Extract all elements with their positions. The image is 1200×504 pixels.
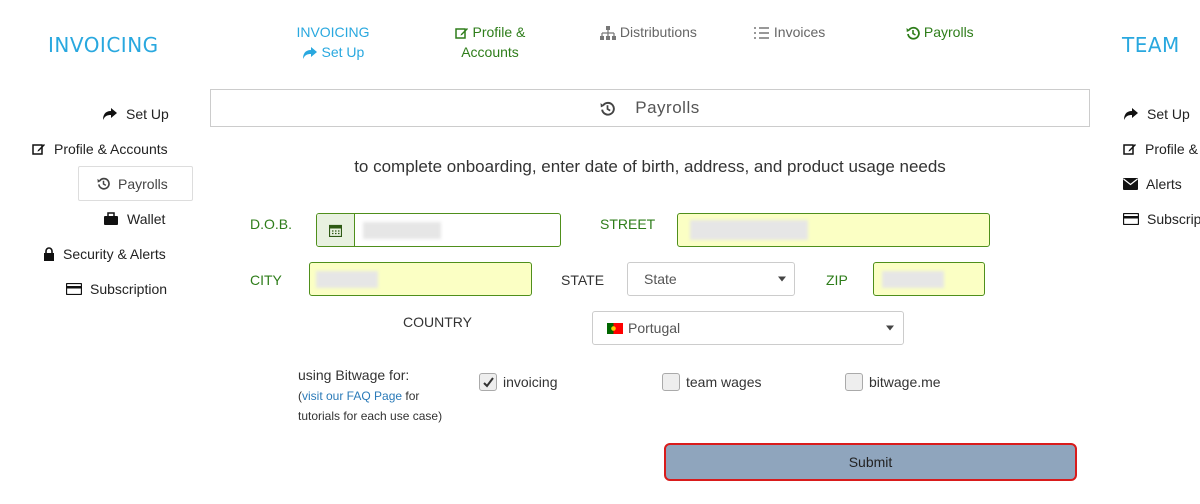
nav-profile-line1: Profile & bbox=[472, 24, 526, 40]
page-title: Payrolls bbox=[635, 98, 700, 117]
dob-label: D.O.B. bbox=[250, 216, 293, 232]
option-bitwage-me[interactable]: bitwage.me bbox=[845, 373, 941, 391]
checkmark-icon bbox=[482, 376, 494, 388]
sidebar-item-setup[interactable]: Set Up bbox=[102, 106, 169, 122]
usage-note-line2: tutorials for each use case) bbox=[298, 409, 443, 423]
sidebar-item-security[interactable]: Security & Alerts bbox=[43, 246, 166, 262]
nav-payrolls-label: Payrolls bbox=[923, 24, 974, 40]
share-arrow-icon bbox=[103, 108, 117, 120]
option-team-wages[interactable]: team wages bbox=[662, 373, 761, 391]
team-wages-checkbox[interactable] bbox=[662, 373, 680, 391]
state-label: STATE bbox=[561, 272, 605, 288]
right-item-label: Set Up bbox=[1147, 106, 1190, 122]
sitemap-icon bbox=[600, 26, 616, 41]
usage-label: using Bitwage for: bbox=[298, 367, 410, 383]
history-icon bbox=[906, 27, 920, 40]
sidebar-item-profile[interactable]: Profile & Accounts bbox=[32, 141, 168, 157]
option-label: bitwage.me bbox=[869, 374, 941, 390]
right-item-label: Profile & bbox=[1145, 141, 1198, 157]
zip-label: ZIP bbox=[826, 272, 848, 288]
nav-invoices[interactable]: Invoices bbox=[754, 22, 825, 42]
sidebar-item-label: Security & Alerts bbox=[63, 246, 166, 262]
dob-redacted-value bbox=[363, 222, 441, 239]
zip-redacted-value bbox=[882, 271, 944, 288]
chevron-down-icon bbox=[886, 325, 894, 331]
sidebar-item-label: Wallet bbox=[127, 211, 166, 227]
nav-distributions[interactable]: Distributions bbox=[600, 22, 697, 42]
zip-field[interactable] bbox=[873, 262, 985, 296]
city-redacted-value bbox=[316, 271, 378, 288]
sidebar-item-label: Set Up bbox=[126, 106, 169, 122]
list-icon bbox=[754, 27, 769, 40]
nav-profile-line2: Accounts bbox=[461, 44, 519, 60]
street-label: STREET bbox=[600, 216, 656, 232]
right-item-profile[interactable]: Profile & bbox=[1123, 141, 1198, 157]
edit-icon bbox=[1123, 144, 1136, 155]
city-label: CITY bbox=[250, 272, 282, 288]
calendar-icon bbox=[329, 224, 342, 237]
share-arrow-icon bbox=[1124, 108, 1138, 120]
state-select[interactable]: State bbox=[627, 262, 795, 296]
nav-profile-accounts[interactable]: Profile & Accounts bbox=[444, 22, 536, 62]
state-select-value: State bbox=[644, 271, 677, 287]
sidebar-item-subscription[interactable]: Subscription bbox=[66, 281, 167, 297]
lock-icon bbox=[44, 247, 54, 261]
right-item-subscription[interactable]: Subscript bbox=[1123, 211, 1200, 227]
nav-invoicing-setup-line1: INVOICING bbox=[296, 24, 370, 40]
bitwage-me-checkbox[interactable] bbox=[845, 373, 863, 391]
nav-distributions-label: Distributions bbox=[619, 24, 697, 40]
street-redacted-value bbox=[690, 220, 808, 240]
nav-payrolls[interactable]: Payrolls bbox=[906, 22, 974, 42]
history-icon bbox=[97, 177, 110, 190]
credit-card-icon bbox=[66, 283, 82, 295]
option-label: team wages bbox=[686, 374, 762, 390]
sidebar-item-label: Profile & Accounts bbox=[54, 141, 168, 157]
option-label: invoicing bbox=[503, 374, 558, 390]
right-item-setup[interactable]: Set Up bbox=[1123, 106, 1190, 122]
street-field[interactable] bbox=[677, 213, 990, 247]
sidebar-item-wallet[interactable]: Wallet bbox=[103, 211, 165, 227]
country-select-value: Portugal bbox=[628, 320, 681, 336]
invoicing-checkbox[interactable] bbox=[479, 373, 497, 391]
dob-field[interactable] bbox=[316, 213, 561, 247]
history-icon bbox=[600, 101, 616, 116]
envelope-icon bbox=[1123, 178, 1138, 190]
briefcase-icon bbox=[104, 212, 118, 225]
sidebar-item-label: Payrolls bbox=[118, 175, 168, 192]
instruction-text: to complete onboarding, enter date of bi… bbox=[354, 157, 946, 176]
credit-card-icon bbox=[1123, 213, 1139, 225]
right-item-label: Alerts bbox=[1146, 176, 1182, 192]
calendar-addon[interactable] bbox=[317, 214, 355, 246]
usage-note: (visit our FAQ Page for bbox=[298, 386, 419, 406]
brand-invoicing[interactable]: INVOICING bbox=[48, 33, 159, 57]
nav-invoicing-setup[interactable]: INVOICING Set Up bbox=[290, 22, 376, 62]
brand-team[interactable]: TEAM bbox=[1122, 33, 1180, 57]
nav-invoicing-setup-line2: Set Up bbox=[321, 44, 365, 60]
edit-icon bbox=[32, 144, 45, 155]
usage-note-suffix: for bbox=[402, 389, 420, 403]
city-field[interactable] bbox=[309, 262, 532, 296]
portugal-flag-icon bbox=[607, 322, 623, 334]
option-invoicing[interactable]: invoicing bbox=[479, 373, 557, 391]
edit-icon bbox=[454, 28, 468, 40]
chevron-down-icon bbox=[778, 276, 786, 282]
country-label: COUNTRY bbox=[403, 314, 472, 330]
page-header: Payrolls bbox=[210, 89, 1090, 127]
faq-link[interactable]: visit our FAQ Page bbox=[302, 389, 402, 403]
sidebar-item-payrolls[interactable]: Payrolls bbox=[78, 166, 193, 201]
right-item-alerts[interactable]: Alerts bbox=[1123, 176, 1182, 192]
right-item-label: Subscript bbox=[1147, 211, 1200, 227]
country-select[interactable]: Portugal bbox=[592, 311, 904, 345]
sidebar-item-label: Subscription bbox=[90, 281, 168, 297]
share-arrow-icon bbox=[302, 47, 317, 60]
nav-invoices-label: Invoices bbox=[773, 24, 826, 40]
submit-button[interactable]: Submit bbox=[664, 443, 1077, 481]
